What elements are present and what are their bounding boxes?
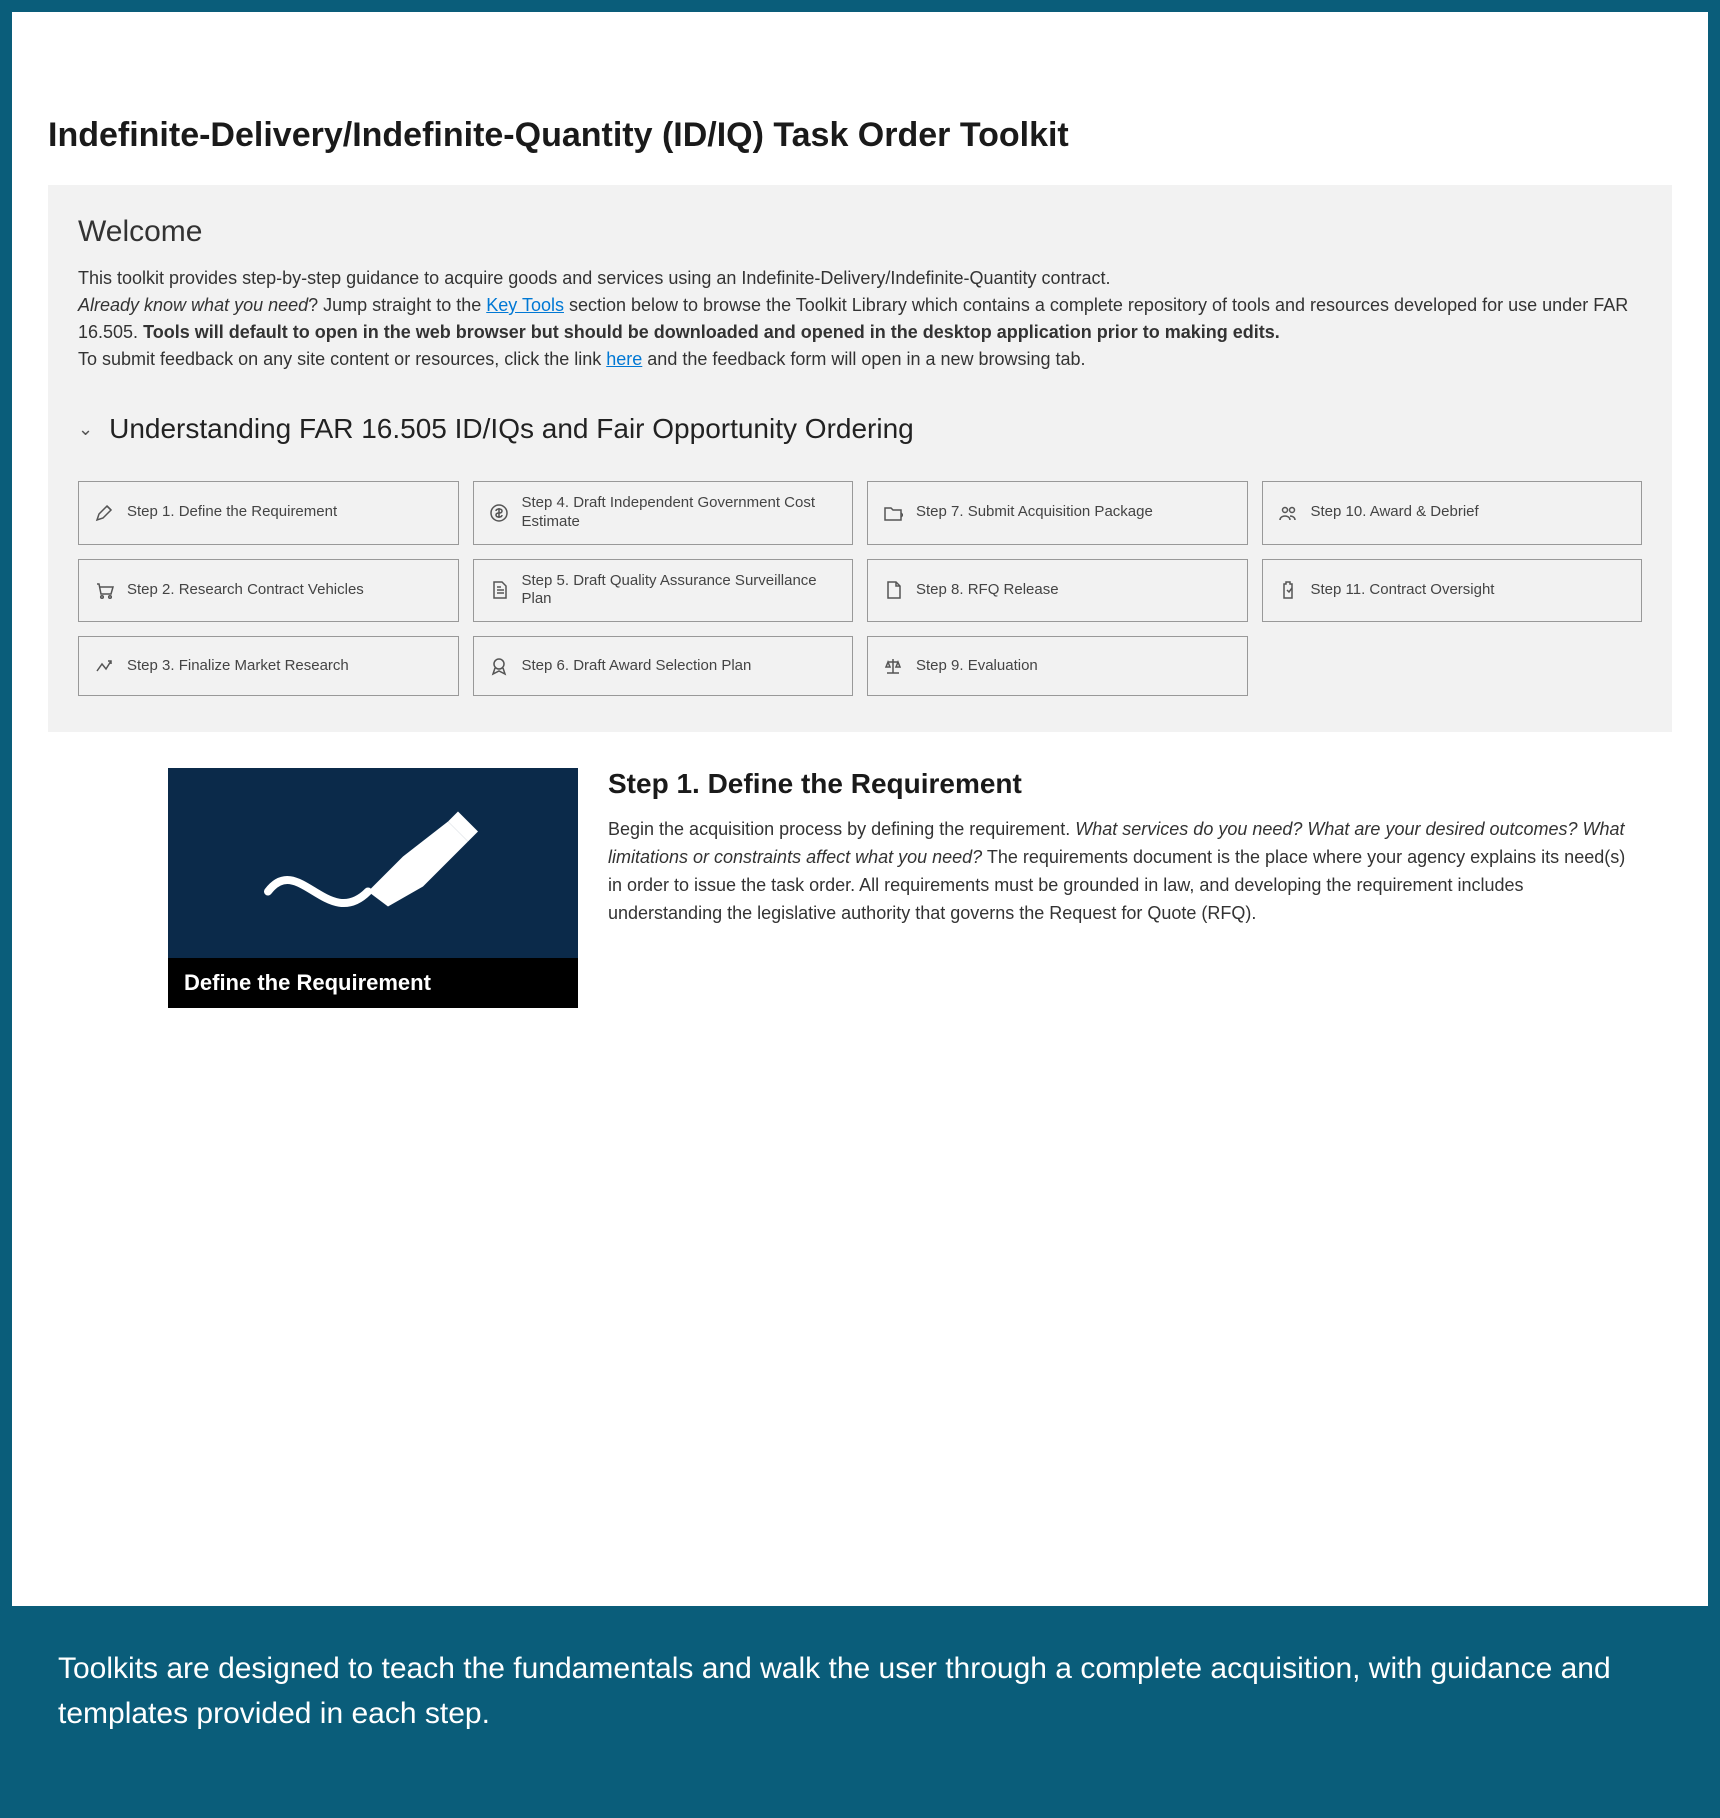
step-label: Step 4. Draft Independent Government Cos… xyxy=(522,494,839,532)
step-label: Step 9. Evaluation xyxy=(916,657,1038,676)
step-label: Step 2. Research Contract Vehicles xyxy=(127,581,364,600)
step-card-1[interactable]: Step 1. Define the Requirement xyxy=(78,481,459,545)
people-icon xyxy=(1277,502,1299,524)
welcome-text-em: Already know what you need xyxy=(78,295,308,315)
welcome-text-2: ? Jump straight to the xyxy=(308,295,486,315)
step-label: Step 1. Define the Requirement xyxy=(127,503,337,522)
step-label: Step 11. Contract Oversight xyxy=(1311,581,1495,600)
trend-up-icon xyxy=(93,655,115,677)
step-card-11[interactable]: Step 11. Contract Oversight xyxy=(1262,559,1643,623)
step-body-a: Begin the acquisition process by definin… xyxy=(608,819,1075,839)
step-label: Step 6. Draft Award Selection Plan xyxy=(522,657,752,676)
welcome-text-4: To submit feedback on any site content o… xyxy=(78,349,606,369)
step-label: Step 8. RFQ Release xyxy=(916,581,1059,600)
step-label: Step 5. Draft Quality Assurance Surveill… xyxy=(522,572,839,610)
step-card-9[interactable]: Step 9. Evaluation xyxy=(867,636,1248,696)
welcome-text-5: and the feedback form will open in a new… xyxy=(642,349,1085,369)
cart-icon xyxy=(93,579,115,601)
step-detail-body: Begin the acquisition process by definin… xyxy=(608,816,1636,928)
step-label: Step 3. Finalize Market Research xyxy=(127,657,349,676)
feedback-here-link[interactable]: here xyxy=(606,349,642,369)
step-card-5[interactable]: Step 5. Draft Quality Assurance Surveill… xyxy=(473,559,854,623)
welcome-text-1: This toolkit provides step-by-step guida… xyxy=(78,268,1111,288)
pencil-icon xyxy=(93,502,115,524)
ribbon-icon xyxy=(488,655,510,677)
welcome-text-bold: Tools will default to open in the web br… xyxy=(143,322,1280,342)
highlighter-icon xyxy=(258,792,488,927)
step-detail-image: Define the Requirement xyxy=(168,768,578,1008)
welcome-body: This toolkit provides step-by-step guida… xyxy=(78,265,1642,373)
step-card-3[interactable]: Step 3. Finalize Market Research xyxy=(78,636,459,696)
steps-grid: Step 1. Define the Requirement Step 4. D… xyxy=(78,481,1642,696)
step-card-4[interactable]: Step 4. Draft Independent Government Cos… xyxy=(473,481,854,545)
welcome-heading: Welcome xyxy=(78,215,1642,249)
step-card-10[interactable]: Step 10. Award & Debrief xyxy=(1262,481,1643,545)
dollar-icon xyxy=(488,502,510,524)
step-image-caption-bar: Define the Requirement xyxy=(168,958,578,1008)
key-tools-link[interactable]: Key Tools xyxy=(486,295,564,315)
step-image-caption: Define the Requirement xyxy=(184,970,562,996)
scales-icon xyxy=(882,655,904,677)
clipboard-icon xyxy=(1277,579,1299,601)
step-card-6[interactable]: Step 6. Draft Award Selection Plan xyxy=(473,636,854,696)
footer-text: Toolkits are designed to teach the funda… xyxy=(58,1646,1662,1736)
expand-section-title: Understanding FAR 16.505 ID/IQs and Fair… xyxy=(109,413,914,445)
step-label: Step 7. Submit Acquisition Package xyxy=(916,503,1153,522)
document-icon xyxy=(488,579,510,601)
step-card-8[interactable]: Step 8. RFQ Release xyxy=(867,559,1248,623)
step-detail-heading: Step 1. Define the Requirement xyxy=(608,768,1636,800)
chevron-down-icon: ⌄ xyxy=(78,419,93,440)
step-label: Step 10. Award & Debrief xyxy=(1311,503,1479,522)
footer-banner: Toolkits are designed to teach the funda… xyxy=(12,1606,1708,1806)
expand-section-toggle[interactable]: ⌄ Understanding FAR 16.505 ID/IQs and Fa… xyxy=(78,413,1642,445)
page-title: Indefinite-Delivery/Indefinite-Quantity … xyxy=(48,116,1672,155)
step-detail: Define the Requirement Step 1. Define th… xyxy=(48,732,1672,1008)
folder-icon xyxy=(882,502,904,524)
welcome-panel: Welcome This toolkit provides step-by-st… xyxy=(48,185,1672,732)
step-card-2[interactable]: Step 2. Research Contract Vehicles xyxy=(78,559,459,623)
page-icon xyxy=(882,579,904,601)
step-card-7[interactable]: Step 7. Submit Acquisition Package xyxy=(867,481,1248,545)
